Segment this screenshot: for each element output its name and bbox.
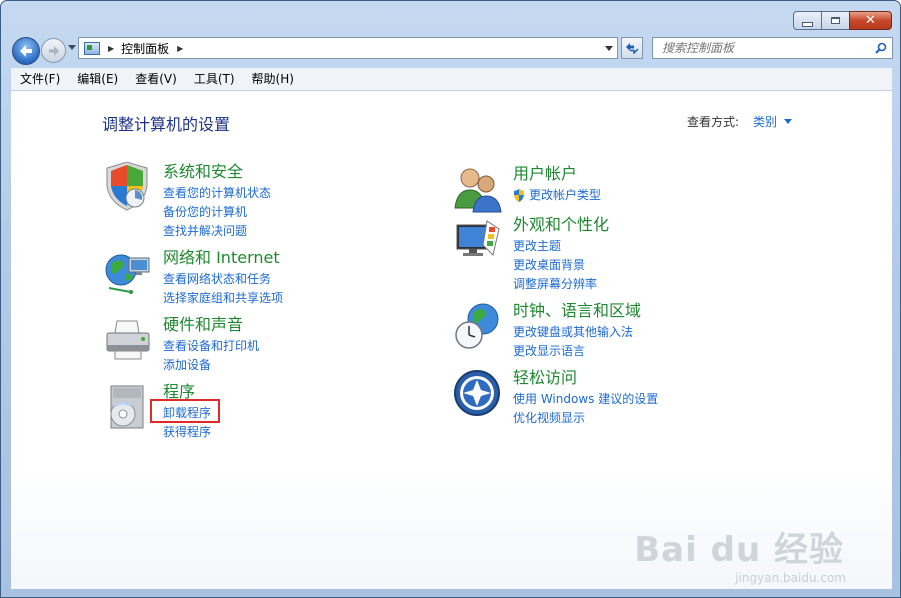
link-adjust-resolution[interactable]: 调整屏幕分辨率: [513, 275, 597, 294]
link-homegroup-sharing[interactable]: 选择家庭组和共享选项: [163, 289, 283, 308]
uac-shield-icon: [514, 189, 524, 202]
forward-button[interactable]: [41, 38, 66, 63]
minimize-button[interactable]: [793, 11, 822, 30]
programs-disc-icon: [103, 382, 153, 432]
refresh-button[interactable]: [621, 37, 643, 59]
caption-buttons: ✕: [793, 11, 892, 30]
control-panel-icon: [84, 41, 100, 55]
menu-view[interactable]: 查看(V): [126, 68, 185, 90]
ease-of-access-icon: [453, 368, 503, 418]
category-title[interactable]: 轻松访问: [513, 368, 577, 388]
minimize-icon: [802, 21, 813, 27]
back-arrow-icon: [20, 45, 32, 57]
link-label: 更改帐户类型: [529, 188, 602, 202]
link-change-keyboard-input[interactable]: 更改键盘或其他输入法: [513, 323, 633, 342]
link-add-device[interactable]: 添加设备: [163, 356, 259, 375]
link-view-computer-status[interactable]: 查看您的计算机状态: [163, 184, 271, 203]
category-title[interactable]: 外观和个性化: [513, 215, 609, 235]
link-view-devices-printers[interactable]: 查看设备和打印机: [163, 337, 259, 356]
link-optimize-video-display[interactable]: 优化视频显示: [513, 409, 658, 428]
maximize-button[interactable]: [821, 11, 850, 30]
breadcrumb[interactable]: 控制面板: [121, 40, 169, 57]
refresh-icon: [626, 43, 639, 54]
address-dropdown-icon[interactable]: [605, 46, 613, 51]
content-area: 调整计算机的设置 查看方式: 类别 系统和安全 查看您的计算机状态 备份您的计算…: [11, 91, 892, 589]
search-box[interactable]: [652, 37, 893, 59]
close-icon: ✕: [865, 13, 876, 28]
monitor-palette-icon: [453, 215, 503, 265]
watermark-url: jingyan.baidu.com: [735, 571, 846, 585]
category-title[interactable]: 系统和安全: [163, 162, 243, 182]
breadcrumb-arrow-icon[interactable]: ▶: [108, 44, 114, 53]
highlight-box: [150, 399, 220, 423]
menu-bar: 文件(F) 编辑(E) 查看(V) 工具(T) 帮助(H): [11, 68, 892, 91]
menu-help[interactable]: 帮助(H): [243, 68, 302, 90]
window-frame: ✕ ▶ 控制面板 ▶ 文件(F) 编辑(E) 查看(V) 工具(T) 帮助(H)…: [0, 0, 901, 598]
view-by-control: 查看方式: 类别: [687, 113, 792, 130]
breadcrumb-arrow-icon[interactable]: ▶: [177, 44, 183, 53]
search-input[interactable]: [660, 40, 872, 56]
menu-tools[interactable]: 工具(T): [185, 68, 243, 90]
link-change-theme[interactable]: 更改主题: [513, 237, 597, 256]
printer-icon: [103, 315, 153, 365]
menu-file[interactable]: 文件(F): [11, 68, 68, 90]
clock-globe-icon: [453, 301, 503, 351]
shield-icon: [103, 161, 153, 212]
link-change-display-language[interactable]: 更改显示语言: [513, 342, 633, 361]
view-by-label: 查看方式:: [686, 115, 739, 129]
maximize-icon: [831, 17, 840, 24]
view-by-value[interactable]: 类别: [753, 113, 777, 130]
category-title[interactable]: 用户帐户: [513, 164, 577, 184]
address-bar[interactable]: ▶ 控制面板 ▶: [78, 37, 618, 59]
link-get-programs[interactable]: 获得程序: [163, 423, 211, 442]
link-troubleshoot[interactable]: 查找并解决问题: [163, 222, 271, 241]
watermark-logo: Bai du 经验: [634, 530, 844, 570]
recent-pages-dropdown[interactable]: [68, 45, 76, 50]
link-view-network-status[interactable]: 查看网络状态和任务: [163, 270, 283, 289]
category-title[interactable]: 硬件和声音: [163, 315, 243, 335]
link-change-account-type[interactable]: 更改帐户类型: [513, 186, 601, 205]
link-change-desktop-background[interactable]: 更改桌面背景: [513, 256, 597, 275]
link-recommended-settings[interactable]: 使用 Windows 建议的设置: [513, 390, 658, 409]
users-icon: [453, 164, 503, 214]
category-title[interactable]: 网络和 Internet: [163, 248, 280, 268]
network-globe-icon: [103, 248, 153, 298]
link-backup-computer[interactable]: 备份您的计算机: [163, 203, 271, 222]
menu-edit[interactable]: 编辑(E): [68, 68, 126, 90]
category-title[interactable]: 时钟、语言和区域: [513, 301, 641, 321]
chevron-down-icon[interactable]: [784, 119, 792, 124]
page-title: 调整计算机的设置: [102, 115, 231, 134]
forward-arrow-icon: [48, 45, 59, 56]
search-icon[interactable]: [872, 42, 890, 54]
back-button[interactable]: [12, 37, 40, 65]
close-button[interactable]: ✕: [849, 11, 892, 30]
